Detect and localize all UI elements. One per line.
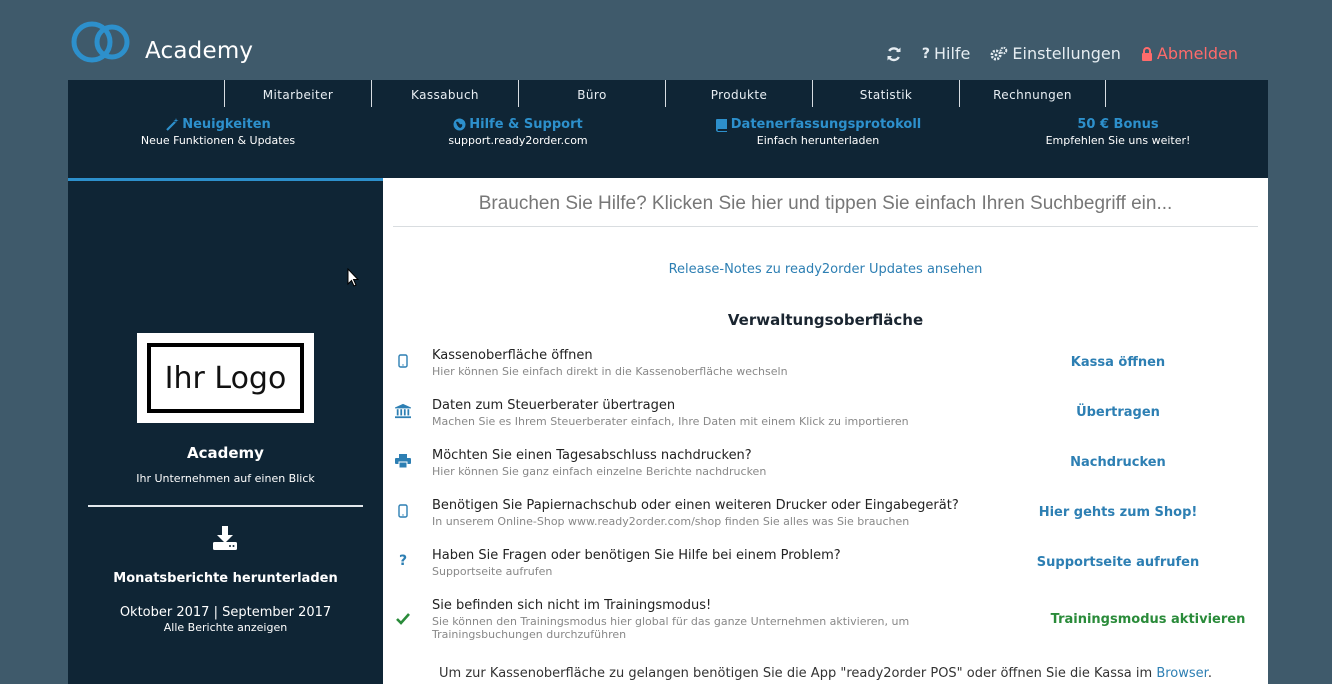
mouse-cursor-icon [347,267,360,292]
feature-bonus-title: 50 € Bonus [1077,117,1159,132]
feature-support[interactable]: Hilfe & Support support.ready2order.com [368,117,668,147]
list-item: ? Haben Sie Fragen oder benötigen Sie Hi… [383,548,1268,592]
feature-support-sub: support.ready2order.com [448,134,588,147]
row-title: Möchten Sie einen Tagesabschluss nachdru… [432,448,752,463]
feature-news-sub: Neue Funktionen & Updates [140,134,296,147]
all-reports-link[interactable]: Alle Berichte anzeigen [68,621,383,634]
feature-protocol[interactable]: Datenerfassungsprotokoll Einfach herunte… [668,117,968,147]
monthly-reports-links[interactable]: Oktober 2017 | September 2017 [68,605,383,620]
list-item: Sie befinden sich nicht im Trainingsmodu… [383,598,1268,642]
row-subtitle: Supportseite aufrufen [432,565,553,578]
sidebar: Ihr Logo Academy Ihr Unternehmen auf ein… [68,181,383,684]
feature-support-title: Hilfe & Support [469,117,583,132]
row-subtitle: Sie können den Trainingsmodus hier globa… [432,615,910,642]
training-mode-button[interactable]: Trainingsmodus aktivieren [1038,612,1258,627]
tablet-icon [395,353,411,369]
top-navigation: ? Hilfe Einstellungen Abmelden [886,44,1238,63]
refresh-icon[interactable] [886,46,902,62]
footer-note: Um zur Kassenoberfläche zu gelangen benö… [383,666,1268,681]
list-item: Benötigen Sie Papiernachschub oder einen… [383,498,1268,542]
feature-links: Neuigkeiten Neue Funktionen & Updates Hi… [68,117,1268,147]
brand-title[interactable]: Academy [145,38,253,64]
footer-end: . [1207,666,1212,681]
transfer-button[interactable]: Übertragen [1008,405,1228,420]
globe-icon [453,118,466,131]
bank-icon [395,403,411,419]
browser-link[interactable]: Browser [1156,666,1208,681]
check-icon [395,611,411,627]
settings-link[interactable]: Einstellungen [990,44,1121,63]
feature-bonus-sub: Empfehlen Sie uns weiter! [1045,134,1191,147]
settings-label: Einstellungen [1012,44,1121,63]
company-name: Academy [187,444,264,462]
logout-link[interactable]: Abmelden [1141,44,1238,63]
content-area: Brauchen Sie Hilfe? Klicken Sie hier und… [383,178,1268,684]
question-icon: ? [921,45,930,62]
magic-wand-icon [165,117,179,132]
main-panel: Mitarbeiter Kassabuch Büro Produkte Stat… [68,80,1268,684]
help-label: Hilfe [934,44,971,63]
feature-news[interactable]: Neuigkeiten Neue Funktionen & Updates [68,117,368,147]
feature-protocol-title: Datenerfassungsprotokoll [730,117,922,132]
tab-rechnungen[interactable]: Rechnungen [959,80,1106,107]
support-page-button[interactable]: Supportseite aufrufen [1008,555,1228,570]
row-title: Benötigen Sie Papiernachschub oder einen… [432,498,959,513]
row-title: Haben Sie Fragen oder benötigen Sie Hilf… [432,548,841,563]
row-subtitle: Hier können Sie einfach direkt in die Ka… [432,365,788,378]
list-item: Daten zum Steuerberater übertragen Mache… [383,398,1268,442]
tablet-icon [395,503,411,519]
brand-logo-icon [70,20,132,66]
tab-statistik[interactable]: Statistik [812,80,959,107]
lock-icon [1141,46,1153,61]
book-icon [715,118,728,132]
list-item: Möchten Sie einen Tagesabschluss nachdru… [383,448,1268,492]
company-logo[interactable]: Ihr Logo [137,333,314,423]
tab-produkte[interactable]: Produkte [665,80,812,107]
footer-text: Um zur Kassenoberfläche zu gelangen benö… [439,666,1153,681]
gears-icon [990,46,1008,62]
row-subtitle: In unserem Online-Shop www.ready2order.c… [432,515,910,528]
section-title: Verwaltungsoberfläche [727,311,924,329]
help-link[interactable]: ? Hilfe [922,44,971,63]
row-title: Sie befinden sich nicht im Trainingsmodu… [432,598,712,613]
feature-protocol-sub: Einfach herunterladen [756,134,880,147]
feature-news-title: Neuigkeiten [182,117,271,132]
row-title: Kassenoberfläche öffnen [432,348,593,363]
open-register-button[interactable]: Kassa öffnen [1008,355,1228,370]
reprint-button[interactable]: Nachdrucken [1008,455,1228,470]
logout-label: Abmelden [1156,44,1238,63]
sidebar-divider [88,505,363,507]
printer-icon [395,453,411,469]
row-subtitle: Machen Sie es Ihrem Steuerberater einfac… [432,415,909,428]
shop-button[interactable]: Hier gehts zum Shop! [1008,505,1228,520]
tab-mitarbeiter[interactable]: Mitarbeiter [224,80,371,107]
list-item: Kassenoberfläche öffnen Hier können Sie … [383,348,1268,392]
company-logo-text: Ihr Logo [147,343,304,413]
tab-kassabuch[interactable]: Kassabuch [371,80,518,107]
monthly-reports-title[interactable]: Monatsberichte herunterladen [68,571,383,586]
main-tabs: Mitarbeiter Kassabuch Büro Produkte Stat… [224,80,1106,107]
row-title: Daten zum Steuerberater übertragen [432,398,676,413]
download-icon[interactable] [212,525,238,555]
release-notes-link[interactable]: Release-Notes zu ready2order Updates ans… [383,262,1268,277]
feature-bonus[interactable]: 50 € Bonus Empfehlen Sie uns weiter! [968,117,1268,147]
help-search-input[interactable]: Brauchen Sie Hilfe? Klicken Sie hier und… [393,193,1258,227]
row-subtitle: Hier können Sie ganz einfach einzelne Be… [432,465,767,478]
tab-buero[interactable]: Büro [518,80,665,107]
company-tagline: Ihr Unternehmen auf einen Blick [136,472,315,485]
question-icon: ? [398,553,408,569]
